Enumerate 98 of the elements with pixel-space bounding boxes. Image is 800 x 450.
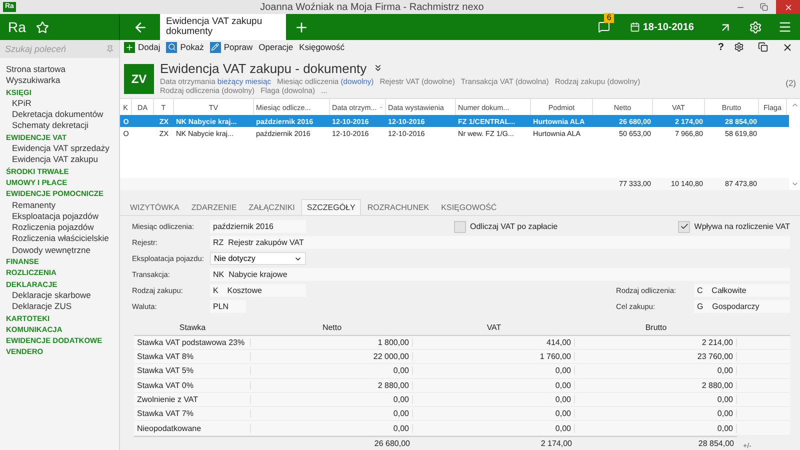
sidebar-item[interactable]: Rozliczenia pojazdów	[0, 222, 119, 234]
column-header: Netto	[321, 323, 343, 332]
purpose-field[interactable]: G Gospodarczy	[694, 300, 790, 314]
page-title: Ewidencja VAT zakupu - dokumenty	[160, 60, 367, 76]
close-icon[interactable]	[782, 42, 792, 53]
total-cell-text: 2 174,00	[540, 438, 573, 448]
table-cell: 0,00	[575, 424, 737, 433]
purchase-type-field[interactable]: K Kosztowe	[210, 284, 306, 298]
sidebar-item[interactable]: Dekretacja dokumentów	[0, 109, 119, 120]
sidebar-item[interactable]: Dowody wewnętrzne	[0, 244, 119, 256]
message-icon[interactable]	[598, 21, 610, 33]
column-header: Brutto	[644, 323, 668, 332]
calendar-icon	[630, 22, 640, 32]
close-button[interactable]	[776, 0, 800, 14]
table-cell: 2 880,00	[575, 380, 737, 390]
total-cell-text: 28 854,00	[697, 438, 735, 448]
table-cell: 2 214,00	[575, 338, 737, 347]
settings-icon[interactable]	[734, 42, 744, 52]
table-cell: 0,00	[575, 394, 737, 404]
add-icon	[124, 42, 135, 53]
checkbox-label: Wpływa na rozliczenie VAT	[694, 222, 790, 232]
table-cell: Stawka VAT 0%	[134, 380, 251, 390]
column-header: VAT	[486, 323, 502, 332]
sort-icon	[378, 104, 383, 111]
toolbar-button[interactable]: Popraw	[210, 42, 253, 53]
sidebar-item[interactable]: KPiR	[0, 98, 119, 110]
sidebar-item[interactable]: Strona startowa	[0, 64, 119, 76]
checkbox[interactable]	[454, 220, 466, 233]
detail-tab[interactable]: ZAŁĄCZNIKI	[242, 199, 301, 216]
detail-tab[interactable]: KSIĘGOWOŚĆ	[435, 199, 503, 216]
sidebar-item[interactable]: Ewidencja VAT zakupu	[0, 154, 119, 166]
total-cell-text: 26 680,00	[373, 438, 411, 448]
checkbox[interactable]	[678, 220, 690, 233]
month-field[interactable]: październik 2016	[210, 220, 306, 234]
table-cell: Stawka VAT 7%	[134, 409, 251, 418]
table-cell: 0,00	[413, 380, 575, 390]
toolbar-button[interactable]: Pokaż	[166, 42, 204, 53]
detail-tab[interactable]: SZCZEGÓŁY	[300, 199, 362, 216]
table-cell: 0,00	[413, 409, 575, 418]
register-field[interactable]: RZ Rejestr zakupów VAT	[210, 236, 790, 250]
menu-icon[interactable]	[778, 20, 792, 34]
table-cell: 0,00	[575, 409, 737, 418]
sidebar-item[interactable]: Eksploatacja pojazdów	[0, 210, 119, 222]
transaction-field[interactable]: NK Nabycie krajowe	[210, 268, 790, 282]
sidebar-item[interactable]: Deklaracje ZUS	[0, 301, 119, 313]
notification-count: 6	[604, 13, 614, 23]
deduction-type-field[interactable]: C Całkowite	[694, 284, 790, 298]
table-cell: 1 760,00	[413, 352, 575, 362]
table-cell: 0,00	[251, 366, 413, 376]
expand-icon[interactable]	[372, 63, 383, 74]
record-count: (2)	[786, 78, 796, 88]
table-cell: Stawka VAT 5%	[134, 366, 251, 376]
table-cell: 0,00	[413, 424, 575, 433]
sidebar-item[interactable]: Ewidencja VAT sprzedaży	[0, 143, 119, 154]
table-cell: 0,00	[413, 394, 575, 404]
detail-tab[interactable]: WIZYTÓWKA	[124, 199, 186, 216]
table-cell: 0,00	[413, 366, 575, 376]
toolbar-button[interactable]: Księgowość	[299, 42, 345, 52]
table-cell: 22 000,00	[251, 352, 413, 362]
close-icon	[784, 2, 792, 12]
toolbar-button[interactable]: Dodaj	[124, 42, 160, 53]
detail-tab[interactable]: ZDARZENIE	[185, 199, 243, 216]
check-icon	[680, 222, 689, 232]
vehicle-dropdown[interactable]: Nie dotyczy	[210, 252, 306, 266]
sidebar-item[interactable]: Remanenty	[0, 200, 119, 211]
table-cell: Stawka VAT podstawowa 23%	[134, 338, 251, 347]
sidebar-item[interactable]: Deklaracje skarbowe	[0, 290, 119, 302]
pencil-icon	[210, 42, 221, 53]
detail-tab[interactable]: ROZRACHUNEK	[361, 199, 436, 216]
table-cell: 0,00	[251, 409, 413, 418]
document-tab[interactable]: Ewidencja VAT zakupu dokumenty	[160, 14, 286, 40]
table-cell: Nieopodatkowane	[134, 424, 251, 433]
restore-icon[interactable]	[758, 42, 768, 52]
search-icon	[166, 42, 178, 53]
help-button[interactable]: ?	[718, 42, 724, 53]
column-header: Stawka	[178, 323, 207, 332]
plus-icon[interactable]	[294, 20, 308, 34]
app-logo: Ra	[8, 19, 27, 35]
table-cell: Zwolnienie z VAT	[134, 394, 251, 404]
currency-field[interactable]: PLN	[210, 300, 246, 314]
date-button[interactable]: 18-10-2016	[624, 14, 700, 40]
toolbar-button[interactable]: Operacje	[258, 42, 294, 52]
table-cell: 23 760,00	[575, 352, 737, 362]
table-cell: Stawka VAT 8%	[134, 352, 251, 362]
checkbox-label: Odliczaj VAT po zapłacie	[470, 222, 558, 232]
sidebar-item[interactable]: Schematy dekretacji	[0, 120, 119, 132]
restore-icon	[760, 3, 768, 11]
sidebar-item[interactable]: Wyszukiwarka	[0, 75, 119, 87]
table-cell: 0,00	[251, 394, 413, 404]
table-cell: 0,00	[575, 366, 737, 376]
star-icon[interactable]	[36, 20, 48, 34]
window-title: Joanna Woźniak na Moja Firma - Rachmistrz nexo	[259, 2, 485, 12]
sidebar-item[interactable]: Rozliczenia właścicielskie	[0, 233, 119, 245]
table-cell: 0,00	[251, 424, 413, 433]
table-cell: 2 880,00	[251, 380, 413, 390]
table-cell: 414,00	[413, 338, 575, 347]
module-badge: ZV	[124, 64, 154, 94]
table-cell: 1 800,00	[251, 338, 413, 347]
